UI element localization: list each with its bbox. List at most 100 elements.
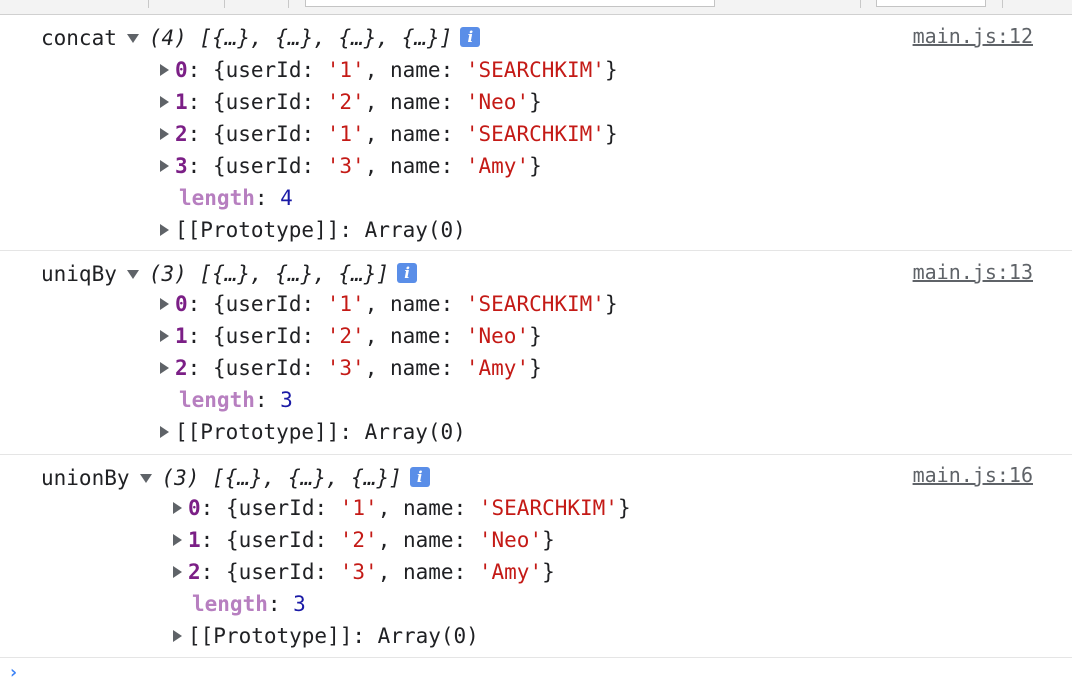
info-icon[interactable]: i	[409, 467, 430, 487]
console-toolbar	[0, 0, 1072, 15]
comma: ,	[377, 496, 403, 520]
colon: :	[440, 292, 466, 316]
info-icon[interactable]: i	[460, 27, 481, 47]
console-filter-input[interactable]	[305, 0, 715, 7]
open-brace: {	[212, 122, 226, 146]
array-entry[interactable]: 2: {userId: '1', name: 'SEARCHKIM'}	[160, 118, 618, 150]
prop-key: name	[403, 528, 454, 552]
caret-down-icon[interactable]	[139, 473, 152, 483]
prop-key: userId	[225, 58, 302, 82]
colon: :	[440, 90, 466, 114]
open-brace: {	[225, 528, 239, 552]
caret-right-icon[interactable]	[160, 96, 169, 108]
close-brace: }	[542, 560, 555, 584]
caret-right-icon[interactable]	[160, 128, 169, 140]
colon: :	[254, 186, 281, 210]
length-key: length	[179, 388, 255, 412]
log-entry-header[interactable]: concat (4) [{…}, {…}, {…}, {…}] i	[41, 22, 481, 54]
string-value: 'Amy'	[465, 356, 530, 380]
colon: :	[440, 356, 466, 380]
prop-key: userId	[225, 154, 302, 178]
array-entry[interactable]: 1: {userId: '2', name: 'Neo'}	[160, 320, 542, 352]
caret-right-icon[interactable]	[160, 298, 169, 310]
length-value: 3	[293, 592, 306, 616]
comma: ,	[377, 560, 403, 584]
caret-right-icon[interactable]	[173, 502, 182, 514]
close-brace: }	[604, 292, 618, 316]
log-label: concat	[41, 26, 117, 50]
caret-right-icon[interactable]	[160, 224, 169, 236]
string-value: '2'	[326, 90, 365, 114]
array-summary: (4) [{…}, {…}, {…}, {…}]	[148, 26, 453, 50]
log-entry-header[interactable]: unionBy (3) [{…}, {…}, {…}] i	[41, 462, 430, 494]
open-brace: {	[212, 58, 226, 82]
comma: ,	[364, 356, 390, 380]
prop-key: userId	[225, 356, 302, 380]
comma: ,	[364, 324, 390, 348]
string-value: 'Neo'	[465, 324, 530, 348]
array-entry[interactable]: 0: {userId: '1', name: 'SEARCHKIM'}	[173, 492, 631, 524]
prototype-key: [[Prototype]]	[188, 624, 353, 648]
caret-right-icon[interactable]	[160, 64, 169, 76]
open-brace: {	[212, 90, 226, 114]
prototype-row[interactable]: [[Prototype]]: Array(0)	[173, 620, 479, 652]
source-link[interactable]: main.js:16	[913, 459, 1033, 491]
string-value: 'Neo'	[465, 90, 530, 114]
colon: :	[339, 218, 365, 242]
source-link[interactable]: main.js:13	[913, 256, 1033, 288]
entry-index: 1	[188, 528, 201, 552]
caret-right-icon[interactable]	[160, 330, 169, 342]
string-value: 'Amy'	[478, 560, 543, 584]
colon: :	[200, 528, 226, 552]
close-brace: }	[604, 58, 618, 82]
source-link[interactable]: main.js:12	[913, 20, 1033, 52]
caret-down-icon[interactable]	[126, 269, 139, 279]
entry-index: 0	[188, 496, 201, 520]
entry-index: 0	[175, 292, 188, 316]
close-brace: }	[529, 324, 542, 348]
array-entry[interactable]: 0: {userId: '1', name: 'SEARCHKIM'}	[160, 54, 618, 86]
string-value: 'SEARCHKIM'	[478, 496, 618, 520]
caret-right-icon[interactable]	[173, 566, 182, 578]
open-brace: {	[212, 292, 226, 316]
log-entry-header[interactable]: uniqBy (3) [{…}, {…}, {…}] i	[41, 258, 418, 290]
string-value: '1'	[326, 292, 365, 316]
prop-key: name	[390, 122, 441, 146]
prototype-row[interactable]: [[Prototype]]: Array(0)	[160, 416, 466, 448]
open-brace: {	[212, 154, 226, 178]
length-value: 3	[280, 388, 293, 412]
console-prompt-icon[interactable]: ›	[8, 662, 19, 682]
caret-right-icon[interactable]	[160, 426, 169, 438]
info-icon[interactable]: i	[397, 263, 418, 283]
prop-key: userId	[225, 122, 302, 146]
array-entry[interactable]: 2: {userId: '3', name: 'Amy'}	[173, 556, 555, 588]
array-entry[interactable]: 1: {userId: '2', name: 'Neo'}	[160, 86, 542, 118]
prototype-value: Array(0)	[364, 420, 466, 444]
caret-right-icon[interactable]	[173, 534, 182, 546]
close-brace: }	[542, 528, 555, 552]
caret-right-icon[interactable]	[160, 362, 169, 374]
prop-key: userId	[238, 560, 315, 584]
caret-down-icon[interactable]	[126, 33, 139, 43]
array-entry[interactable]: 2: {userId: '3', name: 'Amy'}	[160, 352, 542, 384]
colon: :	[301, 324, 327, 348]
array-entry[interactable]: 0: {userId: '1', name: 'SEARCHKIM'}	[160, 288, 618, 320]
comma: ,	[364, 90, 390, 114]
toolbar-divider	[148, 0, 149, 8]
colon: :	[352, 624, 378, 648]
close-brace: }	[529, 356, 542, 380]
colon: :	[187, 90, 213, 114]
prototype-row[interactable]: [[Prototype]]: Array(0)	[160, 214, 466, 246]
prop-key: userId	[225, 90, 302, 114]
colon: :	[453, 496, 479, 520]
string-value: 'Neo'	[478, 528, 543, 552]
log-level-select[interactable]	[876, 0, 986, 7]
prop-key: name	[390, 292, 441, 316]
open-brace: {	[225, 560, 239, 584]
caret-right-icon[interactable]	[173, 630, 182, 642]
string-value: 'Amy'	[465, 154, 530, 178]
array-entry[interactable]: 1: {userId: '2', name: 'Neo'}	[173, 524, 555, 556]
colon: :	[301, 58, 327, 82]
caret-right-icon[interactable]	[160, 160, 169, 172]
array-entry[interactable]: 3: {userId: '3', name: 'Amy'}	[160, 150, 542, 182]
